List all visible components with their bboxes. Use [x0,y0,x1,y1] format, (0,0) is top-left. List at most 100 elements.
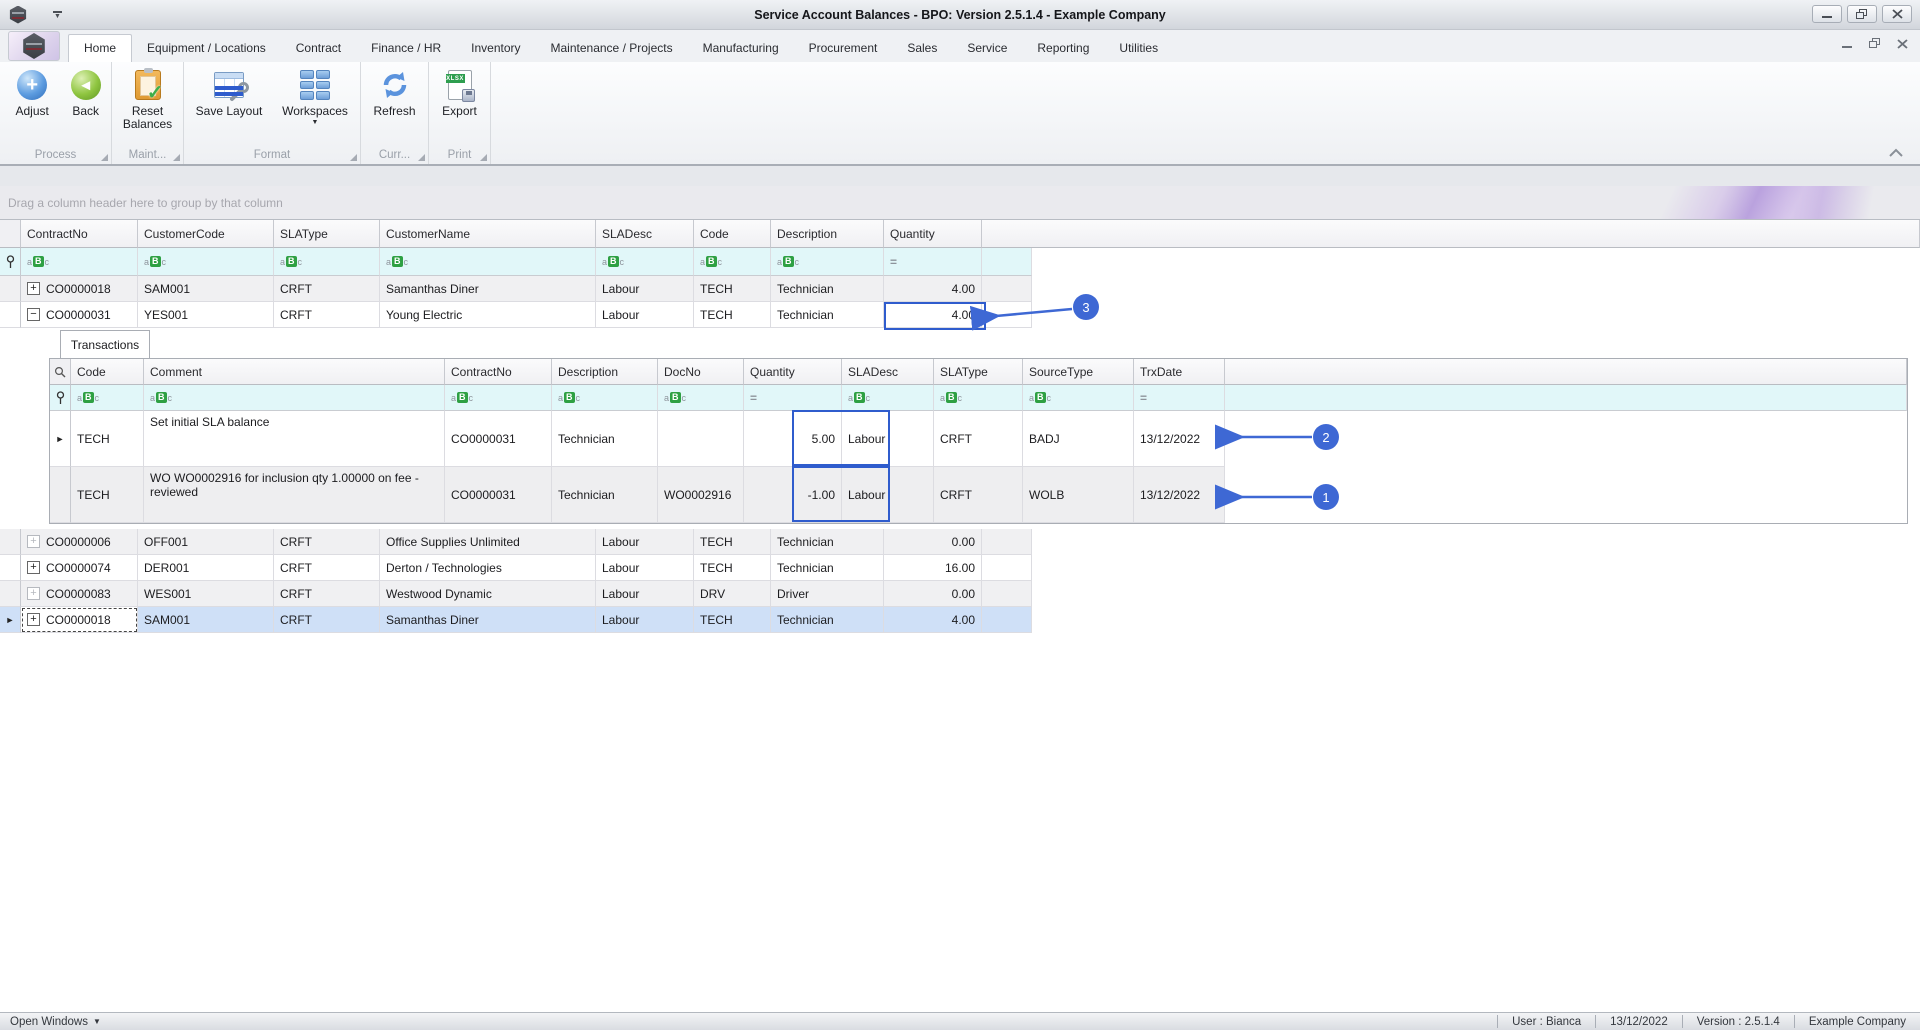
cell-quantity-highlighted[interactable]: 5.00 [744,411,842,467]
cell-slatype[interactable]: CRFT [274,276,380,302]
cell-docno[interactable] [658,411,744,467]
detail-filter-sladesc[interactable]: aBc [842,385,934,411]
transactions-tab[interactable]: Transactions [60,330,150,358]
cell-description[interactable]: Driver [771,581,884,607]
cell-docno[interactable]: WO0002916 [658,467,744,523]
group-by-panel[interactable]: Drag a column header here to group by th… [0,186,1920,220]
tab-inventory[interactable]: Inventory [456,35,535,62]
cell-code[interactable]: TECH [71,467,144,523]
tab-sales[interactable]: Sales [892,35,952,62]
filter-cell-contractno[interactable]: aBc [21,248,138,276]
cell-slatype[interactable]: CRFT [934,411,1023,467]
cell-trxdate[interactable]: 13/12/2022 [1134,411,1225,467]
cell-description[interactable]: Technician [552,411,658,467]
dialog-launcher-icon[interactable] [349,153,357,161]
table-row-selected[interactable]: ► + CO0000018 SAM001 CRFT Samanthas Diner… [0,607,1032,633]
filter-cell-customercode[interactable]: aBc [138,248,274,276]
tab-utilities[interactable]: Utilities [1104,35,1173,62]
detail-filter-quantity[interactable]: = [744,385,842,411]
tab-procurement[interactable]: Procurement [794,35,893,62]
tab-finance-hr[interactable]: Finance / HR [356,35,456,62]
cell-customername[interactable]: Young Electric [380,302,596,328]
cell-comment[interactable]: WO WO0002916 for inclusion qty 1.00000 o… [144,467,445,523]
cell-customercode[interactable]: OFF001 [138,529,274,555]
table-row[interactable]: + CO0000074 DER001 CRFT Derton / Technolo… [0,555,1032,581]
cell-contractno[interactable]: CO0000031 [445,467,552,523]
cell-code[interactable]: TECH [694,276,771,302]
reset-balances-button[interactable]: ✓ Reset Balances [115,66,181,131]
detail-column-sladesc[interactable]: SLADesc [842,359,934,385]
filter-cell-description[interactable]: aBc [771,248,884,276]
cell-sladesc[interactable]: Labour [596,607,694,633]
cell-customercode[interactable]: SAM001 [138,276,274,302]
column-header-description[interactable]: Description [771,220,884,248]
cell-code[interactable]: TECH [694,529,771,555]
cell-quantity[interactable]: 4.00 [884,607,982,633]
detail-column-quantity[interactable]: Quantity [744,359,842,385]
table-row[interactable]: + CO0000018 SAM001 CRFT Samanthas Diner L… [0,276,1032,302]
cell-contractno[interactable]: + CO0000006 [21,529,138,555]
restore-button[interactable] [1847,5,1877,23]
filter-cell-slatype[interactable]: aBc [274,248,380,276]
cell-quantity-highlighted[interactable]: -1.00 [744,467,842,523]
transaction-row[interactable]: ► TECH Set initial SLA balance CO0000031… [50,411,1225,467]
cell-sourcetype[interactable]: WOLB [1023,467,1134,523]
mdi-close-button[interactable] [1897,38,1908,49]
transaction-row[interactable]: TECH WO WO0002916 for inclusion qty 1.00… [50,467,1225,523]
cell-quantity[interactable]: 0.00 [884,581,982,607]
filter-cell-code[interactable]: aBc [694,248,771,276]
cell-sladesc[interactable]: Labour [596,529,694,555]
detail-filter-trxdate[interactable]: = [1134,385,1225,411]
detail-filter-contractno[interactable]: aBc [445,385,552,411]
cell-customername[interactable]: Samanthas Diner [380,607,596,633]
cell-docno-desc[interactable]: Technician [552,467,658,523]
cell-sladesc[interactable]: Labour [842,467,934,523]
table-row-expanded[interactable]: − CO0000031 YES001 CRFT Young Electric La… [0,302,1032,328]
minimize-button[interactable] [1812,5,1842,23]
dialog-launcher-icon[interactable] [100,153,108,161]
filter-cell-quantity[interactable]: = [884,248,982,276]
cell-contractno[interactable]: + CO0000018 [21,276,138,302]
cell-contractno[interactable]: CO0000031 [445,411,552,467]
cell-quantity[interactable]: 16.00 [884,555,982,581]
cell-code[interactable]: TECH [694,607,771,633]
detail-column-description[interactable]: Description [552,359,658,385]
column-header-sladesc[interactable]: SLADesc [596,220,694,248]
cell-sladesc[interactable]: Labour [596,276,694,302]
tab-maintenance-projects[interactable]: Maintenance / Projects [536,35,688,62]
cell-customercode[interactable]: SAM001 [138,607,274,633]
cell-contractno[interactable]: + CO0000083 [21,581,138,607]
cell-sladesc[interactable]: Labour [842,411,934,467]
cell-slatype[interactable]: CRFT [274,581,380,607]
tab-service[interactable]: Service [952,35,1022,62]
column-header-quantity[interactable]: Quantity [884,220,982,248]
cell-sladesc[interactable]: Labour [596,302,694,328]
cell-sladesc[interactable]: Labour [596,555,694,581]
cell-description[interactable]: Technician [771,555,884,581]
tab-manufacturing[interactable]: Manufacturing [688,35,794,62]
cell-customername[interactable]: Samanthas Diner [380,276,596,302]
export-button[interactable]: XLSX Export [431,66,488,118]
tab-reporting[interactable]: Reporting [1022,35,1104,62]
application-menu-button[interactable] [8,31,60,61]
cell-quantity[interactable]: 4.00 [884,276,982,302]
workspaces-button[interactable]: Workspaces ▼ [272,66,358,126]
expand-icon[interactable]: + [27,613,40,626]
cell-quantity[interactable]: 0.00 [884,529,982,555]
cell-customername[interactable]: Westwood Dynamic [380,581,596,607]
filter-cell-customername[interactable]: aBc [380,248,596,276]
detail-filter-code[interactable]: aBc [71,385,144,411]
detail-column-sourcetype[interactable]: SourceType [1023,359,1134,385]
back-button[interactable]: ◄ Back [62,66,109,118]
cell-slatype[interactable]: CRFT [274,302,380,328]
cell-code[interactable]: TECH [694,302,771,328]
cell-customercode[interactable]: WES001 [138,581,274,607]
detail-column-trxdate[interactable]: TrxDate [1134,359,1225,385]
detail-column-docno[interactable]: DocNo [658,359,744,385]
tab-contract[interactable]: Contract [281,35,356,62]
cell-description[interactable]: Technician [771,607,884,633]
collapse-ribbon-icon[interactable] [1888,148,1904,158]
expand-icon[interactable]: + [27,561,40,574]
cell-sourcetype[interactable]: BADJ [1023,411,1134,467]
dialog-launcher-icon[interactable] [417,153,425,161]
